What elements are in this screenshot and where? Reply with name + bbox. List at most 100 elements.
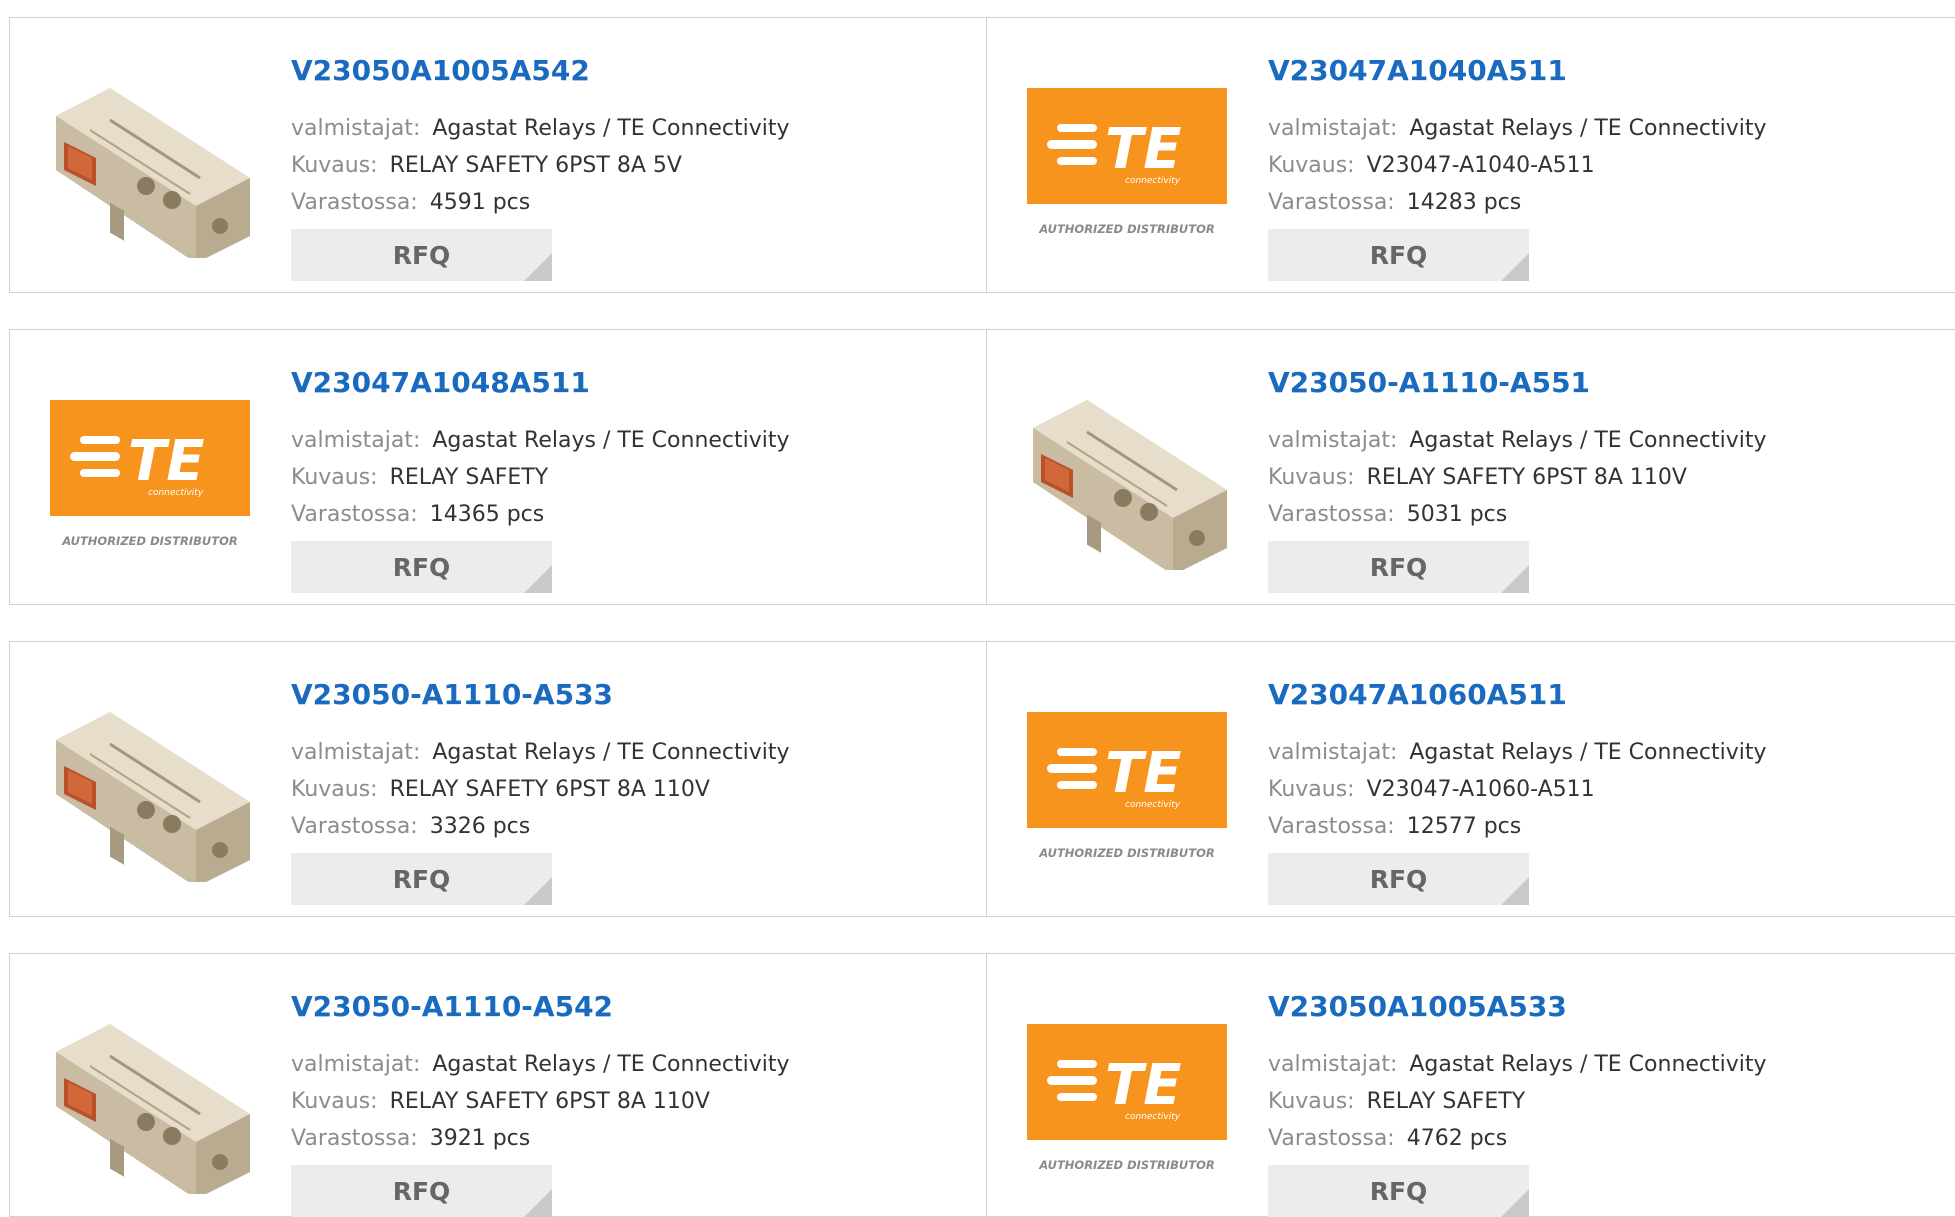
description-row: Kuvaus: RELAY SAFETY 6PST 8A 110V	[1268, 465, 1687, 490]
te-connectivity-logo[interactable]: TE connectivity AUTHORIZED DISTRIBUTOR	[1027, 58, 1227, 258]
svg-text:AUTHORIZED DISTRIBUTOR: AUTHORIZED DISTRIBUTOR	[1038, 846, 1215, 860]
button-corner-decoration	[1501, 253, 1529, 281]
button-corner-decoration	[524, 877, 552, 905]
description-row: Kuvaus: RELAY SAFETY 6PST 8A 110V	[291, 1089, 710, 1114]
manufacturer-value: Agastat Relays / TE Connectivity	[432, 428, 790, 453]
stock-label: Varastossa:	[1268, 502, 1395, 527]
description-label: Kuvaus:	[1268, 1089, 1355, 1114]
description-value: RELAY SAFETY 6PST 8A 5V	[389, 153, 682, 178]
te-connectivity-logo[interactable]: TE connectivity AUTHORIZED DISTRIBUTOR	[1027, 994, 1227, 1194]
stock-value: 12577 pcs	[1406, 814, 1522, 839]
product-grid: V23050A1005A542 valmistajat: Agastat Rela…	[0, 0, 1955, 1217]
description-value: RELAY SAFETY	[389, 465, 549, 490]
svg-text:TE: TE	[1105, 117, 1181, 182]
product-card: V23050-A1110-A551 valmistajat: Agastat Re…	[986, 329, 1955, 605]
stock-row: Varastossa: 3326 pcs	[291, 814, 530, 839]
stock-label: Varastossa:	[1268, 190, 1395, 215]
svg-text:TE: TE	[1105, 1053, 1181, 1118]
manufacturer-row: valmistajat: Agastat Relays / TE Connecti…	[1268, 740, 1767, 765]
description-label: Kuvaus:	[291, 1089, 378, 1114]
svg-text:TE: TE	[128, 429, 204, 494]
description-value: RELAY SAFETY	[1366, 1089, 1526, 1114]
relay-product-image[interactable]	[50, 682, 250, 882]
product-card: V23050A1005A542 valmistajat: Agastat Rela…	[9, 17, 987, 293]
rfq-button-label: RFQ	[392, 1176, 451, 1206]
manufacturer-value: Agastat Relays / TE Connectivity	[432, 740, 790, 765]
rfq-button-label: RFQ	[1369, 240, 1428, 270]
part-number-link[interactable]: V23050-A1110-A542	[291, 990, 613, 1023]
description-row: Kuvaus: RELAY SAFETY	[291, 465, 548, 490]
rfq-button[interactable]: RFQ	[291, 1165, 552, 1217]
part-number-link[interactable]: V23050-A1110-A551	[1268, 366, 1590, 399]
manufacturer-value: Agastat Relays / TE Connectivity	[1409, 428, 1767, 453]
manufacturer-value: Agastat Relays / TE Connectivity	[432, 116, 790, 141]
rfq-button[interactable]: RFQ	[1268, 229, 1529, 281]
stock-value: 4762 pcs	[1406, 1126, 1508, 1151]
rfq-button-label: RFQ	[392, 552, 451, 582]
rfq-button[interactable]: RFQ	[1268, 1165, 1529, 1217]
description-label: Kuvaus:	[1268, 153, 1355, 178]
relay-product-image[interactable]	[50, 58, 250, 258]
part-number-link[interactable]: V23050A1005A542	[291, 54, 590, 87]
part-number-link[interactable]: V23047A1060A511	[1268, 678, 1567, 711]
description-row: Kuvaus: RELAY SAFETY 6PST 8A 110V	[291, 777, 710, 802]
svg-text:AUTHORIZED DISTRIBUTOR: AUTHORIZED DISTRIBUTOR	[1038, 1158, 1215, 1172]
stock-value: 14283 pcs	[1406, 190, 1522, 215]
manufacturer-row: valmistajat: Agastat Relays / TE Connecti…	[291, 740, 790, 765]
description-row: Kuvaus: RELAY SAFETY	[1268, 1089, 1525, 1114]
stock-row: Varastossa: 4591 pcs	[291, 190, 530, 215]
part-number-link[interactable]: V23050A1005A533	[1268, 990, 1567, 1023]
manufacturer-row: valmistajat: Agastat Relays / TE Connecti…	[291, 116, 790, 141]
manufacturer-row: valmistajat: Agastat Relays / TE Connecti…	[291, 428, 790, 453]
svg-text:connectivity: connectivity	[1125, 800, 1181, 810]
manufacturer-label: valmistajat:	[1268, 740, 1398, 765]
rfq-button[interactable]: RFQ	[291, 853, 552, 905]
stock-row: Varastossa: 3921 pcs	[291, 1126, 530, 1151]
button-corner-decoration	[1501, 877, 1529, 905]
manufacturer-row: valmistajat: Agastat Relays / TE Connecti…	[1268, 428, 1767, 453]
product-card: TE connectivity AUTHORIZED DISTRIBUTOR V23…	[986, 17, 1955, 293]
stock-label: Varastossa:	[291, 190, 418, 215]
button-corner-decoration	[1501, 1189, 1529, 1217]
relay-product-image[interactable]	[1027, 370, 1227, 570]
manufacturer-label: valmistajat:	[1268, 116, 1398, 141]
rfq-button-label: RFQ	[1369, 864, 1428, 894]
stock-value: 5031 pcs	[1406, 502, 1508, 527]
button-corner-decoration	[524, 253, 552, 281]
rfq-button[interactable]: RFQ	[291, 541, 552, 593]
manufacturer-label: valmistajat:	[291, 428, 421, 453]
manufacturer-row: valmistajat: Agastat Relays / TE Connecti…	[1268, 1052, 1767, 1077]
te-connectivity-logo[interactable]: TE connectivity AUTHORIZED DISTRIBUTOR	[1027, 682, 1227, 882]
manufacturer-row: valmistajat: Agastat Relays / TE Connecti…	[291, 1052, 790, 1077]
svg-text:AUTHORIZED DISTRIBUTOR: AUTHORIZED DISTRIBUTOR	[61, 534, 238, 548]
stock-value: 14365 pcs	[429, 502, 545, 527]
rfq-button[interactable]: RFQ	[1268, 853, 1529, 905]
svg-text:connectivity: connectivity	[148, 488, 204, 498]
svg-text:connectivity: connectivity	[1125, 176, 1181, 186]
button-corner-decoration	[1501, 565, 1529, 593]
part-number-link[interactable]: V23050-A1110-A533	[291, 678, 613, 711]
part-number-link[interactable]: V23047A1040A511	[1268, 54, 1567, 87]
description-value: RELAY SAFETY 6PST 8A 110V	[389, 1089, 710, 1114]
te-connectivity-logo[interactable]: TE connectivity AUTHORIZED DISTRIBUTOR	[50, 370, 250, 570]
stock-row: Varastossa: 14365 pcs	[291, 502, 544, 527]
svg-text:AUTHORIZED DISTRIBUTOR: AUTHORIZED DISTRIBUTOR	[1038, 222, 1215, 236]
rfq-button[interactable]: RFQ	[291, 229, 552, 281]
stock-label: Varastossa:	[291, 814, 418, 839]
rfq-button-label: RFQ	[1369, 552, 1428, 582]
product-card: TE connectivity AUTHORIZED DISTRIBUTOR V23…	[986, 953, 1955, 1217]
part-number-link[interactable]: V23047A1048A511	[291, 366, 590, 399]
stock-label: Varastossa:	[291, 502, 418, 527]
stock-value: 3921 pcs	[429, 1126, 531, 1151]
description-value: V23047-A1060-A511	[1366, 777, 1595, 802]
relay-product-image[interactable]	[50, 994, 250, 1194]
manufacturer-value: Agastat Relays / TE Connectivity	[1409, 740, 1767, 765]
rfq-button[interactable]: RFQ	[1268, 541, 1529, 593]
description-label: Kuvaus:	[291, 777, 378, 802]
stock-row: Varastossa: 14283 pcs	[1268, 190, 1521, 215]
description-value: RELAY SAFETY 6PST 8A 110V	[389, 777, 710, 802]
stock-row: Varastossa: 4762 pcs	[1268, 1126, 1507, 1151]
manufacturer-label: valmistajat:	[1268, 1052, 1398, 1077]
svg-text:connectivity: connectivity	[1125, 1112, 1181, 1122]
description-row: Kuvaus: V23047-A1040-A511	[1268, 153, 1595, 178]
